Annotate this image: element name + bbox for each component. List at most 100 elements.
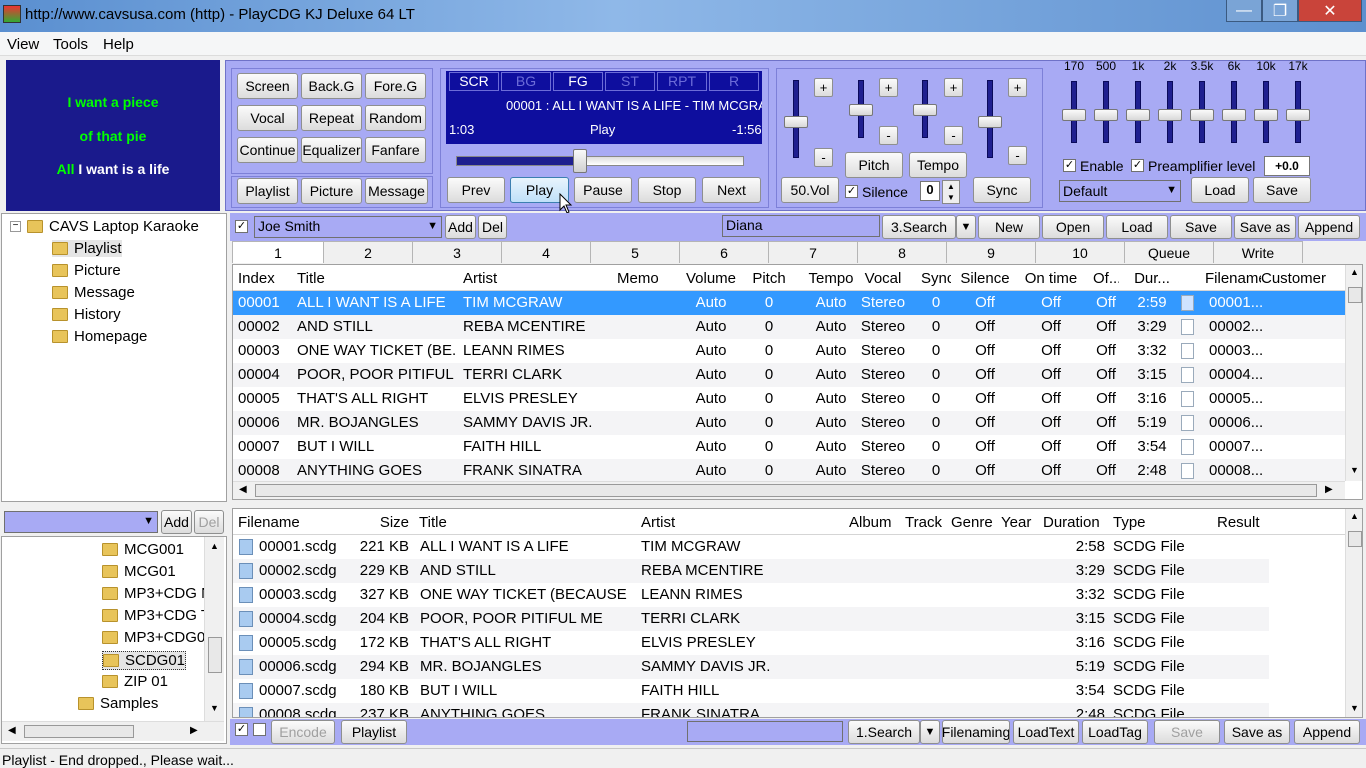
- tempo-knob[interactable]: [913, 104, 937, 116]
- singer-del-button[interactable]: Del: [478, 215, 507, 239]
- tree-item-playlist[interactable]: Playlist: [52, 240, 122, 257]
- silence-checkbox[interactable]: ✓: [845, 185, 858, 198]
- app-icon[interactable]: [3, 5, 21, 23]
- eq-preset-dropdown[interactable]: Default ▼: [1059, 180, 1181, 202]
- add-to-playlist-button[interactable]: Playlist: [341, 720, 407, 744]
- scroll-down-arrow[interactable]: ▼: [1350, 465, 1359, 475]
- table-row[interactable]: 00001 ALL I WANT IS A LIFE TIM MCGRAW Auto 0…: [233, 291, 1345, 315]
- preamp-checkbox[interactable]: ✓: [1131, 159, 1144, 172]
- singer-dropdown[interactable]: Joe Smith ▼: [254, 216, 442, 238]
- tab-2[interactable]: 2: [324, 241, 413, 263]
- col-header-ontime[interactable]: On time: [1023, 270, 1079, 287]
- col-header-silence[interactable]: Silence: [955, 270, 1015, 287]
- list-item[interactable]: 00007.scdg 180 KB BUT I WILL FAITH HILL 3:54…: [233, 679, 1269, 703]
- list-item[interactable]: 00008.scdg 237 KB ANYTHING GOES FRANK SINAT…: [233, 703, 1269, 717]
- sync-plus-button[interactable]: +: [1008, 78, 1027, 97]
- file-search-input[interactable]: [687, 721, 843, 742]
- folder-item[interactable]: MCG001: [102, 541, 184, 558]
- eq-enable-checkbox[interactable]: ✓: [1063, 159, 1076, 172]
- folder-item[interactable]: MP3+CDG T: [102, 607, 210, 624]
- silence-value[interactable]: 0: [920, 181, 940, 201]
- pitch-minus-button[interactable]: -: [879, 126, 898, 145]
- folder-vscrollbar[interactable]: ▲ ▼: [204, 537, 224, 721]
- equalizer-button[interactable]: Equalizer: [301, 137, 362, 163]
- col-header-duration[interactable]: Duration: [1043, 514, 1105, 531]
- col-header-track[interactable]: Track: [905, 514, 945, 531]
- scroll-down-arrow[interactable]: ▼: [1350, 703, 1359, 713]
- scroll-right-arrow[interactable]: ▶: [1325, 484, 1333, 495]
- playlist-save-button[interactable]: Save: [1170, 215, 1232, 239]
- file-save-button[interactable]: Save: [1154, 720, 1220, 744]
- collapse-icon[interactable]: −: [10, 221, 21, 232]
- tempo-plus-button[interactable]: +: [944, 78, 963, 97]
- next-button[interactable]: Next: [702, 177, 761, 203]
- col-header-album[interactable]: Album: [849, 514, 897, 531]
- eq-load-button[interactable]: Load: [1191, 177, 1249, 203]
- folder-item-selected[interactable]: SCDG01: [102, 651, 187, 670]
- col-header-genre[interactable]: Genre: [951, 514, 995, 531]
- sync-knob[interactable]: [978, 116, 1002, 128]
- scroll-down-arrow[interactable]: ▼: [210, 703, 219, 713]
- folder-item[interactable]: MCG01: [102, 563, 176, 580]
- h-scroll-thumb[interactable]: [24, 725, 134, 738]
- playlist-saveas-button[interactable]: Save as: [1234, 215, 1296, 239]
- folder-item[interactable]: Samples: [78, 695, 158, 712]
- vocal-button[interactable]: Vocal: [237, 105, 298, 131]
- eq-save-button[interactable]: Save: [1253, 177, 1311, 203]
- background-button[interactable]: Back.G: [301, 73, 362, 99]
- repeat-button[interactable]: Repeat: [301, 105, 362, 131]
- list-item[interactable]: 00004.scdg 204 KB POOR, POOR PITIFUL ME TER…: [233, 607, 1269, 631]
- list-item[interactable]: 00006.scdg 294 KB MR. BOJANGLES SAMMY DAVIS…: [233, 655, 1269, 679]
- menu-tools[interactable]: Tools: [53, 36, 88, 53]
- seek-bar[interactable]: [456, 156, 744, 166]
- table-row[interactable]: 00006 MR. BOJANGLES SAMMY DAVIS JR. Auto 0 Au…: [233, 411, 1345, 435]
- tree-item-history[interactable]: History: [52, 306, 121, 323]
- col-header-volume[interactable]: Volume: [681, 270, 741, 287]
- file-saveas-button[interactable]: Save as: [1224, 720, 1290, 744]
- filenaming-button[interactable]: Filenaming: [942, 720, 1010, 744]
- scroll-up-arrow[interactable]: ▲: [1350, 511, 1359, 521]
- mode-scr[interactable]: SCR: [449, 72, 499, 91]
- scroll-right-arrow[interactable]: ▶: [190, 725, 198, 736]
- playlist-load-button[interactable]: Load: [1106, 215, 1168, 239]
- list-item[interactable]: 00001.scdg 221 KB ALL I WANT IS A LIFE TIM …: [233, 535, 1269, 559]
- eq-knob-10k[interactable]: [1254, 109, 1278, 121]
- folder-item[interactable]: ZIP 01: [102, 673, 168, 690]
- playlist-open-button[interactable]: Open: [1042, 215, 1104, 239]
- col-header-size[interactable]: Size: [363, 514, 409, 531]
- tab-10[interactable]: 10: [1036, 241, 1125, 263]
- minimize-button[interactable]: —: [1226, 0, 1262, 22]
- tab-9[interactable]: 9: [947, 241, 1036, 263]
- file-check-all-checkbox[interactable]: ✓: [235, 723, 248, 736]
- fanfare-button[interactable]: Fanfare: [365, 137, 426, 163]
- col-header-filename[interactable]: Filename: [1205, 270, 1261, 287]
- pause-button[interactable]: Pause: [574, 177, 632, 203]
- playlist-search-button[interactable]: 3.Search: [882, 215, 956, 239]
- mode-st[interactable]: ST: [605, 72, 655, 91]
- col-header-type[interactable]: Type: [1113, 514, 1209, 531]
- tree-item-message[interactable]: Message: [52, 284, 135, 301]
- singer-checkbox[interactable]: ✓: [235, 220, 248, 233]
- folder-add-button[interactable]: Add: [161, 510, 192, 534]
- table-row[interactable]: 00008 ANYTHING GOES FRANK SINATRA Auto 0 Auto…: [233, 459, 1345, 483]
- tab-write[interactable]: Write: [1214, 241, 1303, 263]
- picture-view-button[interactable]: Picture: [301, 178, 362, 204]
- folder-hscrollbar[interactable]: ◀ ▶: [2, 721, 224, 741]
- seek-handle[interactable]: [572, 149, 587, 173]
- message-view-button[interactable]: Message: [365, 178, 428, 204]
- col-header-sync[interactable]: Sync: [921, 270, 951, 287]
- eq-knob-3.5k[interactable]: [1190, 109, 1214, 121]
- volume-knob[interactable]: [784, 116, 808, 128]
- scroll-up-arrow[interactable]: ▲: [210, 541, 219, 551]
- col-header-year[interactable]: Year: [1001, 514, 1035, 531]
- random-button[interactable]: Random: [365, 105, 426, 131]
- eq-knob-500[interactable]: [1094, 109, 1118, 121]
- menu-help[interactable]: Help: [103, 36, 134, 53]
- eq-knob-17k[interactable]: [1286, 109, 1310, 121]
- screen-button[interactable]: Screen: [237, 73, 298, 99]
- menu-view[interactable]: View: [7, 36, 39, 53]
- col-header-dur[interactable]: Dur...: [1133, 270, 1171, 287]
- folder-del-button[interactable]: Del: [194, 510, 224, 534]
- tab-5[interactable]: 5: [591, 241, 680, 263]
- h-scroll-thumb[interactable]: [255, 484, 1317, 497]
